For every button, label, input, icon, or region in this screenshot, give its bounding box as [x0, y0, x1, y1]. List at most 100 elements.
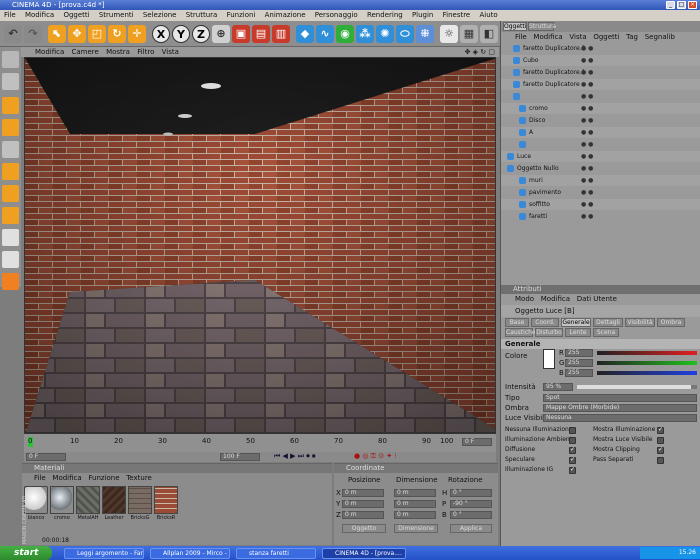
material-menu-texture[interactable]: Texture — [126, 474, 152, 482]
tab-oggetti[interactable]: Oggetti — [503, 22, 527, 31]
viewport-menu-filtro[interactable]: Filtro — [137, 48, 154, 56]
visibility-dots[interactable]: ● ● — [581, 175, 593, 186]
visible-light-select[interactable]: Nessuna — [543, 414, 697, 422]
channel-g-value[interactable]: 255 — [565, 359, 593, 367]
task-folder[interactable]: stanza faretti — [236, 548, 316, 559]
object-row[interactable]: Oggetto Nullo ● ● — [501, 163, 700, 174]
render-view-icon[interactable]: ▣ — [232, 25, 250, 43]
color-swatch[interactable] — [543, 349, 555, 369]
coord-pos-y[interactable]: 0 m — [342, 500, 384, 508]
menu-finestre[interactable]: Finestre — [443, 11, 471, 19]
om-menu-vista[interactable]: Vista — [569, 33, 586, 41]
object-mode-icon[interactable] — [2, 97, 19, 114]
visibility-dots[interactable]: ● ● — [581, 103, 593, 114]
render-settings-icon[interactable]: ▥ — [272, 25, 290, 43]
sculpt-icon[interactable] — [2, 273, 19, 290]
menu-rendering[interactable]: Rendering — [367, 11, 403, 19]
tab-generale[interactable]: Generale — [561, 318, 591, 327]
toggle-icon[interactable]: ◧ — [480, 25, 498, 43]
coord-pos-z[interactable]: 0 m — [342, 511, 384, 519]
tab-dettagli[interactable]: Dettagli — [593, 318, 623, 327]
material-swatch-1[interactable] — [50, 486, 74, 514]
menu-modifica[interactable]: Modifica — [25, 11, 54, 19]
om-menu-modifica[interactable]: Modifica — [533, 33, 562, 41]
minimize-button[interactable]: _ — [666, 1, 675, 9]
tab-caustiche[interactable]: Caustiche — [505, 328, 536, 337]
intensity-slider[interactable] — [577, 385, 697, 389]
tab-base[interactable]: Base — [505, 318, 529, 327]
redo-icon[interactable]: ↷ — [24, 25, 42, 43]
move-tool-icon[interactable]: ✛ — [128, 25, 146, 43]
deformer-icon[interactable]: ✺ — [376, 25, 394, 43]
menu-funzioni[interactable]: Funzioni — [227, 11, 256, 19]
coord-apply-button[interactable]: Applica — [450, 524, 492, 533]
layout-icon[interactable]: ▦ — [460, 25, 478, 43]
om-menu-tag[interactable]: Tag — [626, 33, 638, 41]
coord-mode-select[interactable]: Oggetto — [342, 524, 386, 533]
object-row[interactable]: A ● ● — [501, 127, 700, 138]
checkbox[interactable] — [657, 446, 664, 454]
object-row[interactable]: Luce ● ● — [501, 151, 700, 162]
menu-struttura[interactable]: Struttura — [186, 11, 218, 19]
channel-b-value[interactable]: 255 — [565, 369, 593, 377]
object-row[interactable]: soffitto ● ● — [501, 199, 700, 210]
move-icon[interactable]: ✥ — [68, 25, 86, 43]
menu-selezione[interactable]: Selezione — [143, 11, 177, 19]
coord-size-select[interactable]: Dimensione — [394, 524, 438, 533]
maximize-button[interactable]: □ — [677, 1, 686, 9]
tab-disturbo[interactable]: Disturbo — [535, 328, 563, 337]
environment-icon[interactable]: ⬭ — [396, 25, 414, 43]
model-mode-icon[interactable] — [2, 73, 19, 90]
tab-scena[interactable]: Scena — [593, 328, 619, 337]
timeline-current-frame[interactable]: 0 F — [462, 438, 492, 446]
task-forum[interactable]: Leggi argomento - Far... — [64, 548, 144, 559]
visibility-dots[interactable]: ● ● — [581, 139, 593, 150]
end-frame-field[interactable]: 100 F — [220, 453, 260, 461]
material-menu-file[interactable]: File — [34, 474, 46, 482]
object-row[interactable]: faretto Duplicatore.2 ● ● — [501, 43, 700, 54]
visibility-dots[interactable]: ● ● — [581, 43, 593, 54]
visibility-dots[interactable]: ● ● — [581, 91, 593, 102]
playback-controls[interactable]: ⏮ ◀ ▶ ⏭ ⏺ ⏹ — [274, 452, 316, 461]
tab-struttura[interactable]: Struttura — [528, 22, 556, 31]
material-swatch-2[interactable] — [76, 486, 100, 514]
intensity-value[interactable]: 95 % — [543, 383, 573, 391]
channel-g-slider[interactable] — [597, 361, 697, 365]
visibility-dots[interactable]: ● ● — [581, 55, 593, 66]
edges-mode-icon[interactable] — [2, 185, 19, 202]
visibility-dots[interactable]: ● ● — [581, 79, 593, 90]
object-row[interactable]: faretto Duplicatore.1 ● ● — [501, 67, 700, 78]
close-button[interactable]: × — [688, 1, 697, 9]
texture-mode-icon[interactable] — [2, 119, 19, 136]
tab-visibilita[interactable]: Visibilità — [625, 318, 655, 327]
object-row[interactable]: pavimento ● ● — [501, 187, 700, 198]
material-swatch-3[interactable] — [102, 486, 126, 514]
tab-coord[interactable]: Coord. — [531, 318, 559, 327]
coord-size-y[interactable]: 0 m — [394, 500, 436, 508]
object-row[interactable]: Disco ● ● — [501, 115, 700, 126]
start-frame-field[interactable]: 0 F — [26, 453, 66, 461]
checkbox[interactable] — [569, 456, 576, 464]
polygons-mode-icon[interactable] — [2, 207, 19, 224]
cube-icon[interactable]: ◆ — [296, 25, 314, 43]
material-menu-funzione[interactable]: Funzione — [88, 474, 119, 482]
spline-icon[interactable]: ∿ — [316, 25, 334, 43]
checkbox[interactable] — [657, 437, 664, 444]
om-menu-file[interactable]: File — [515, 33, 527, 41]
menu-plugin[interactable]: Plugin — [412, 11, 433, 19]
object-row[interactable]: faretto Duplicatore ● ● — [501, 79, 700, 90]
coord-rot-h[interactable]: 0 ° — [450, 489, 492, 497]
coord-pos-x[interactable]: 0 m — [342, 489, 384, 497]
om-menu-oggetti[interactable]: Oggetti — [593, 33, 619, 41]
visibility-dots[interactable]: ● ● — [581, 151, 593, 162]
array-icon[interactable]: ⁂ — [356, 25, 374, 43]
checkbox[interactable] — [657, 426, 664, 434]
object-row[interactable]: ● ● — [501, 139, 700, 150]
scale-icon[interactable]: ◰ — [88, 25, 106, 43]
menu-file[interactable]: File — [4, 11, 16, 19]
object-row[interactable]: cromo ● ● — [501, 103, 700, 114]
workplane-icon[interactable] — [2, 229, 19, 246]
object-row[interactable]: Cubo ● ● — [501, 55, 700, 66]
visibility-dots[interactable]: ● ● — [581, 211, 593, 222]
coordinate-system-icon[interactable]: ⊕ — [212, 25, 230, 43]
